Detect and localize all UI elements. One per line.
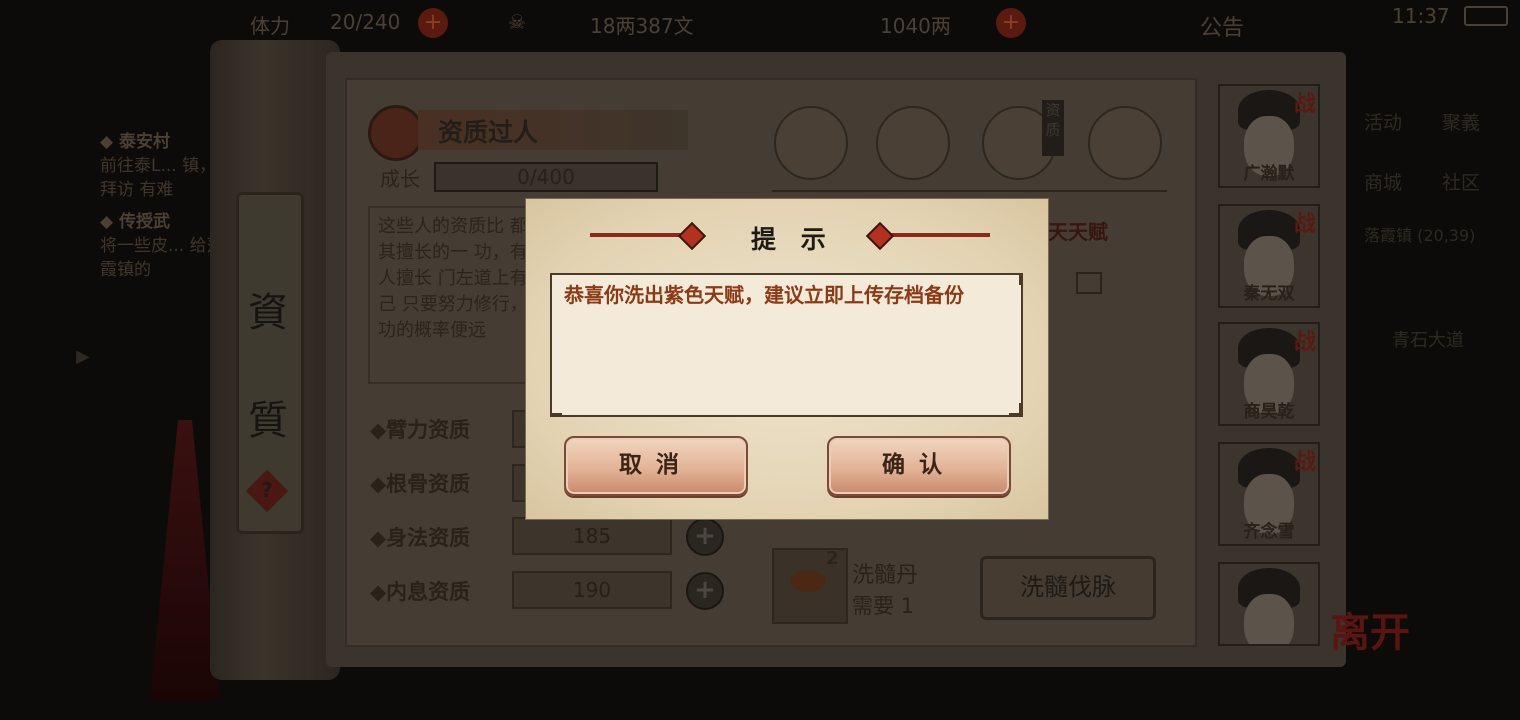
lock-icon (1076, 272, 1102, 294)
collapse-arrow-icon[interactable]: ▶ (76, 346, 90, 367)
menu-community[interactable]: 社区 (1442, 168, 1480, 195)
growth-label: 成长 (380, 167, 420, 191)
character-face (1244, 594, 1294, 644)
attr-label-breath: ◆内息资质 (370, 580, 471, 604)
book-tab-icon[interactable] (876, 106, 950, 180)
character-name: 秦无双 (1243, 284, 1295, 304)
battery-icon (1464, 6, 1508, 26)
attr-label-bone: ◆根骨资质 (370, 472, 471, 496)
bottom-nav (300, 666, 1300, 720)
add-gold-icon[interactable]: + (996, 8, 1026, 38)
character-card[interactable]: 战 商昊乾 (1218, 322, 1320, 426)
gold-value: 1040两 (880, 14, 951, 38)
battle-tag: 战 (1293, 450, 1316, 475)
hat-warrior-tab-icon[interactable] (774, 106, 848, 180)
character-name: 广瀚默 (1243, 164, 1295, 184)
dialog-title: 提 示 (751, 225, 834, 254)
add-stamina-icon[interactable]: + (418, 8, 448, 38)
item-count: 2 (826, 548, 839, 569)
character-card[interactable]: 战 齐念雪 (1218, 442, 1320, 546)
wash-marrow-button[interactable]: 洗髓伐脉 (980, 556, 1156, 620)
battle-tag: 战 (1293, 92, 1316, 117)
item-name: 洗髓丹 (852, 563, 919, 588)
cancel-button[interactable]: 取消 (564, 436, 748, 496)
talent-title: 资质过人 (438, 118, 539, 147)
character-card[interactable] (1218, 562, 1320, 646)
character-name: 齐念雪 (1243, 522, 1295, 542)
leave-logo[interactable]: 离开 (1330, 600, 1410, 658)
location-text: 落霞镇 (20,39) (1364, 226, 1476, 245)
attr-value-breath: 190 (512, 571, 672, 609)
character-card[interactable]: 战 广瀚默 (1218, 84, 1320, 188)
frame-corner (550, 403, 562, 415)
frame-corner (1009, 273, 1021, 285)
road-text[interactable]: 青石大道 (1392, 326, 1464, 352)
menu-shop[interactable]: 商城 (1364, 168, 1402, 195)
skull-icon: ☠ (508, 10, 526, 34)
frame-corner (550, 273, 562, 285)
menu-activity[interactable]: 活动 (1364, 108, 1402, 135)
body-tab-icon[interactable] (1088, 106, 1162, 180)
notice-button[interactable]: 公告 (1200, 10, 1244, 42)
talent-right-header: 天天赋 (1048, 220, 1108, 244)
item-need: 需要 1 (852, 594, 915, 618)
confirm-button[interactable]: 确认 (827, 436, 1011, 496)
growth-bar: 0/400 (434, 162, 658, 192)
battle-tag: 战 (1293, 330, 1316, 355)
battle-tag: 战 (1293, 212, 1316, 237)
tab-divider (772, 190, 1167, 192)
menu-gathering[interactable]: 聚義 (1442, 108, 1480, 135)
add-agility-button[interactable]: + (686, 518, 724, 556)
attr-label-agility: ◆身法资质 (370, 526, 471, 550)
stamina-label: 体力 (250, 14, 290, 38)
scroll-char-2: 質 (248, 398, 288, 444)
title-ornament-left (590, 233, 690, 237)
attr-value-agility: 185 (512, 517, 672, 555)
clock: 11:37 (1392, 4, 1450, 28)
pill-icon (790, 570, 826, 592)
character-name: 商昊乾 (1243, 402, 1295, 422)
dialog-message: 恭喜你洗出紫色天赋，建议立即上传存档备份 (550, 273, 1023, 417)
help-icon-glyph: ? (261, 478, 273, 502)
add-breath-button[interactable]: + (686, 572, 724, 610)
character-card[interactable]: 战 秦无双 (1218, 204, 1320, 308)
yin-yang-icon (368, 105, 424, 161)
talent-tab-badge: 资质 (1042, 100, 1064, 156)
frame-corner (1009, 403, 1021, 415)
silver-value: 18两387文 (590, 14, 694, 38)
scroll-char-1: 資 (248, 290, 288, 336)
title-ornament-right (882, 233, 990, 237)
stamina-value: 20/240 (330, 10, 401, 34)
attr-label-strength: ◆臂力资质 (370, 418, 471, 442)
